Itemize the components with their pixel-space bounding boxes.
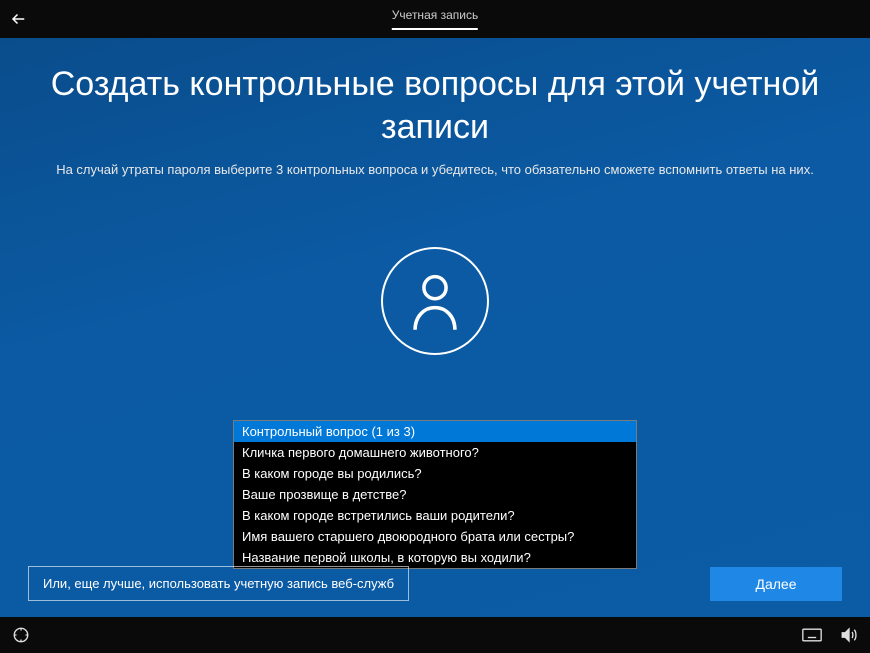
back-arrow-icon bbox=[10, 10, 28, 28]
volume-icon[interactable] bbox=[840, 626, 858, 644]
tab-account[interactable]: Учетная запись bbox=[392, 8, 478, 30]
use-web-account-link[interactable]: Или, еще лучше, использовать учетную зап… bbox=[28, 566, 409, 601]
dropdown-option[interactable]: Название первой школы, в которую вы ходи… bbox=[234, 547, 636, 568]
security-question-dropdown[interactable]: Контрольный вопрос (1 из 3) Кличка перво… bbox=[233, 420, 637, 569]
ease-of-access-icon[interactable] bbox=[12, 626, 30, 644]
page-subtitle: На случай утраты пароля выберите 3 контр… bbox=[56, 162, 814, 177]
person-icon bbox=[408, 270, 462, 332]
dropdown-option[interactable]: Кличка первого домашнего животного? bbox=[234, 442, 636, 463]
dropdown-option[interactable]: В каком городе встретились ваши родители… bbox=[234, 505, 636, 526]
titlebar: Учетная запись bbox=[0, 0, 870, 38]
dropdown-option-placeholder[interactable]: Контрольный вопрос (1 из 3) bbox=[234, 421, 636, 442]
main-content: Создать контрольные вопросы для этой уче… bbox=[0, 38, 870, 617]
dropdown-option[interactable]: Имя вашего старшего двоюродного брата ил… bbox=[234, 526, 636, 547]
bottom-bar: Или, еще лучше, использовать учетную зап… bbox=[28, 566, 842, 601]
dropdown-list: Контрольный вопрос (1 из 3) Кличка перво… bbox=[233, 420, 637, 569]
avatar bbox=[381, 247, 489, 355]
page-title: Создать контрольные вопросы для этой уче… bbox=[40, 63, 830, 148]
next-button[interactable]: Далее bbox=[710, 567, 842, 601]
keyboard-icon[interactable] bbox=[802, 628, 822, 642]
back-button[interactable] bbox=[0, 0, 38, 38]
dropdown-option[interactable]: В каком городе вы родились? bbox=[234, 463, 636, 484]
taskbar bbox=[0, 617, 870, 653]
dropdown-option[interactable]: Ваше прозвище в детстве? bbox=[234, 484, 636, 505]
